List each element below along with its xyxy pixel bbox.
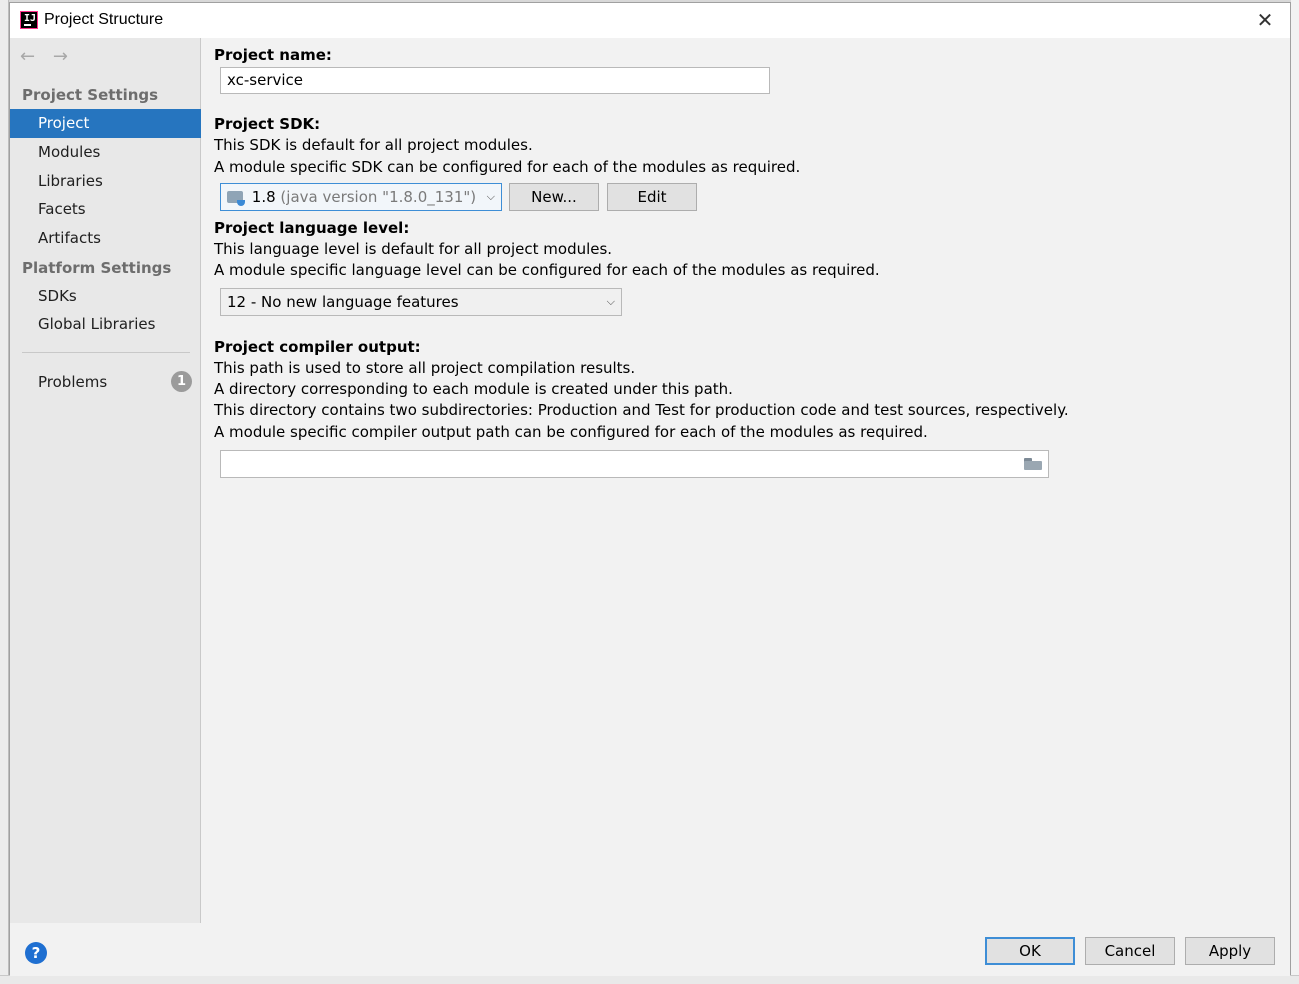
output-description-2: A directory corresponding to each module… bbox=[214, 380, 733, 398]
forward-arrow-icon[interactable]: → bbox=[53, 46, 68, 67]
output-description-4: A module specific compiler output path c… bbox=[214, 423, 928, 441]
title-bar: IJ Project Structure ✕ bbox=[10, 3, 1290, 38]
chevron-down-icon: ⌵ bbox=[606, 295, 615, 308]
folder-open-icon[interactable] bbox=[1024, 456, 1042, 470]
project-settings-panel: Project name: xc-service Project SDK: Th… bbox=[202, 38, 1290, 923]
cancel-button[interactable]: Cancel bbox=[1085, 937, 1175, 965]
sdk-edit-button[interactable]: Edit bbox=[607, 183, 697, 211]
problems-label: Problems bbox=[38, 373, 108, 391]
project-name-label: Project name: bbox=[214, 46, 332, 64]
background-window-strip-left bbox=[0, 0, 9, 984]
output-description-1: This path is used to store all project c… bbox=[214, 359, 636, 377]
window-title: Project Structure bbox=[44, 11, 164, 28]
sidebar-divider bbox=[22, 352, 190, 353]
sidebar-item-global-libraries[interactable]: Global Libraries bbox=[10, 310, 201, 339]
dialog-footer: ? OK Cancel Apply bbox=[10, 923, 1290, 976]
language-level-label: Project language level: bbox=[214, 219, 410, 237]
sdk-selected-version: 1.8 bbox=[251, 188, 276, 206]
apply-button[interactable]: Apply bbox=[1185, 937, 1275, 965]
problems-count-badge: 1 bbox=[171, 371, 192, 392]
sidebar-item-artifacts[interactable]: Artifacts bbox=[10, 224, 201, 253]
language-level-select[interactable]: 12 - No new language features ⌵ bbox=[220, 288, 622, 316]
project-structure-dialog: IJ Project Structure ✕ ← → Project Setti… bbox=[9, 2, 1291, 976]
sdk-new-button[interactable]: New... bbox=[509, 183, 599, 211]
project-name-input[interactable]: xc-service bbox=[220, 67, 770, 94]
back-arrow-icon[interactable]: ← bbox=[20, 46, 35, 67]
compiler-output-label: Project compiler output: bbox=[214, 338, 421, 356]
sidebar-item-project[interactable]: Project bbox=[10, 109, 201, 138]
intellij-idea-icon: IJ bbox=[20, 11, 38, 29]
project-sdk-select[interactable]: 1.8 (java version "1.8.0_131") ⌵ bbox=[220, 183, 502, 211]
sidebar-item-libraries[interactable]: Libraries bbox=[10, 167, 201, 196]
sdk-description-2: A module specific SDK can be configured … bbox=[214, 158, 801, 176]
nav-arrows: ← → bbox=[20, 46, 80, 67]
language-description-1: This language level is default for all p… bbox=[214, 240, 613, 258]
sdk-selected-detail: (java version "1.8.0_131") bbox=[280, 188, 477, 206]
sidebar-item-facets[interactable]: Facets bbox=[10, 195, 201, 224]
jdk-folder-icon bbox=[227, 191, 245, 206]
sidebar-item-sdks[interactable]: SDKs bbox=[10, 282, 201, 311]
chevron-down-icon: ⌵ bbox=[486, 190, 495, 203]
background-window-strip-right bbox=[1291, 0, 1299, 984]
output-description-3: This directory contains two subdirectori… bbox=[214, 401, 1069, 419]
compiler-output-path-input[interactable] bbox=[220, 450, 1049, 478]
project-sdk-label: Project SDK: bbox=[214, 115, 321, 133]
help-circle-icon[interactable]: ? bbox=[25, 942, 47, 964]
language-level-selected: 12 - No new language features bbox=[227, 293, 459, 311]
sidebar: ← → Project Settings Project Modules Lib… bbox=[10, 38, 201, 923]
language-description-2: A module specific language level can be … bbox=[214, 261, 880, 279]
platform-settings-header: Platform Settings bbox=[22, 259, 172, 277]
sidebar-item-modules[interactable]: Modules bbox=[10, 138, 201, 167]
ok-button[interactable]: OK bbox=[985, 937, 1075, 965]
close-button[interactable]: ✕ bbox=[1252, 7, 1278, 33]
sdk-description-1: This SDK is default for all project modu… bbox=[214, 136, 533, 154]
background-window-strip-bottom bbox=[0, 975, 1299, 984]
project-settings-header: Project Settings bbox=[22, 86, 159, 104]
